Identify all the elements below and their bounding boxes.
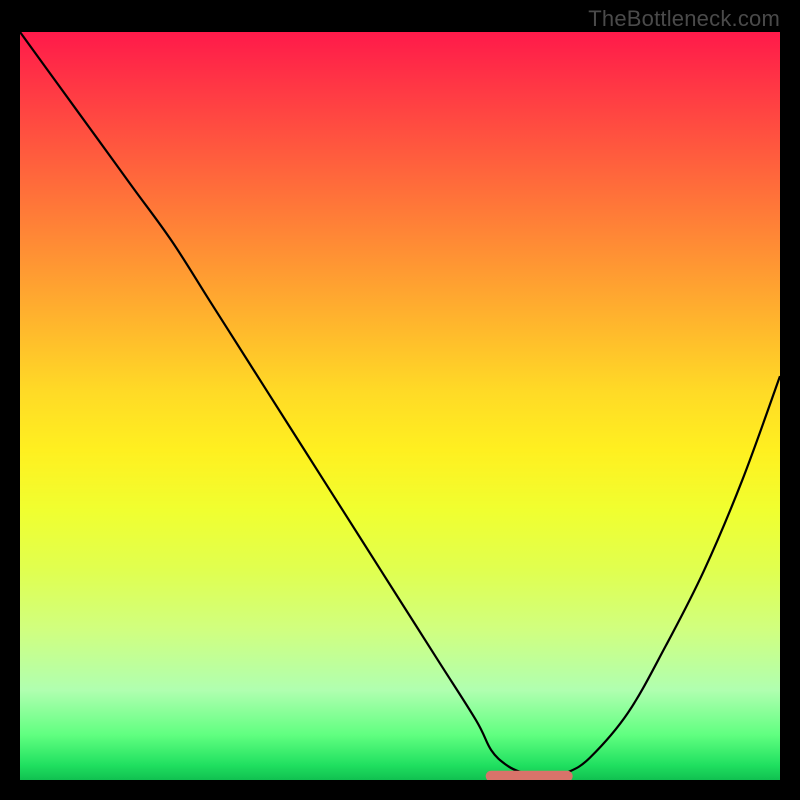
chart-svg [20, 32, 780, 780]
chart-container: TheBottleneck.com [0, 0, 800, 800]
bottleneck-curve [20, 32, 780, 777]
watermark-label: TheBottleneck.com [588, 6, 780, 32]
